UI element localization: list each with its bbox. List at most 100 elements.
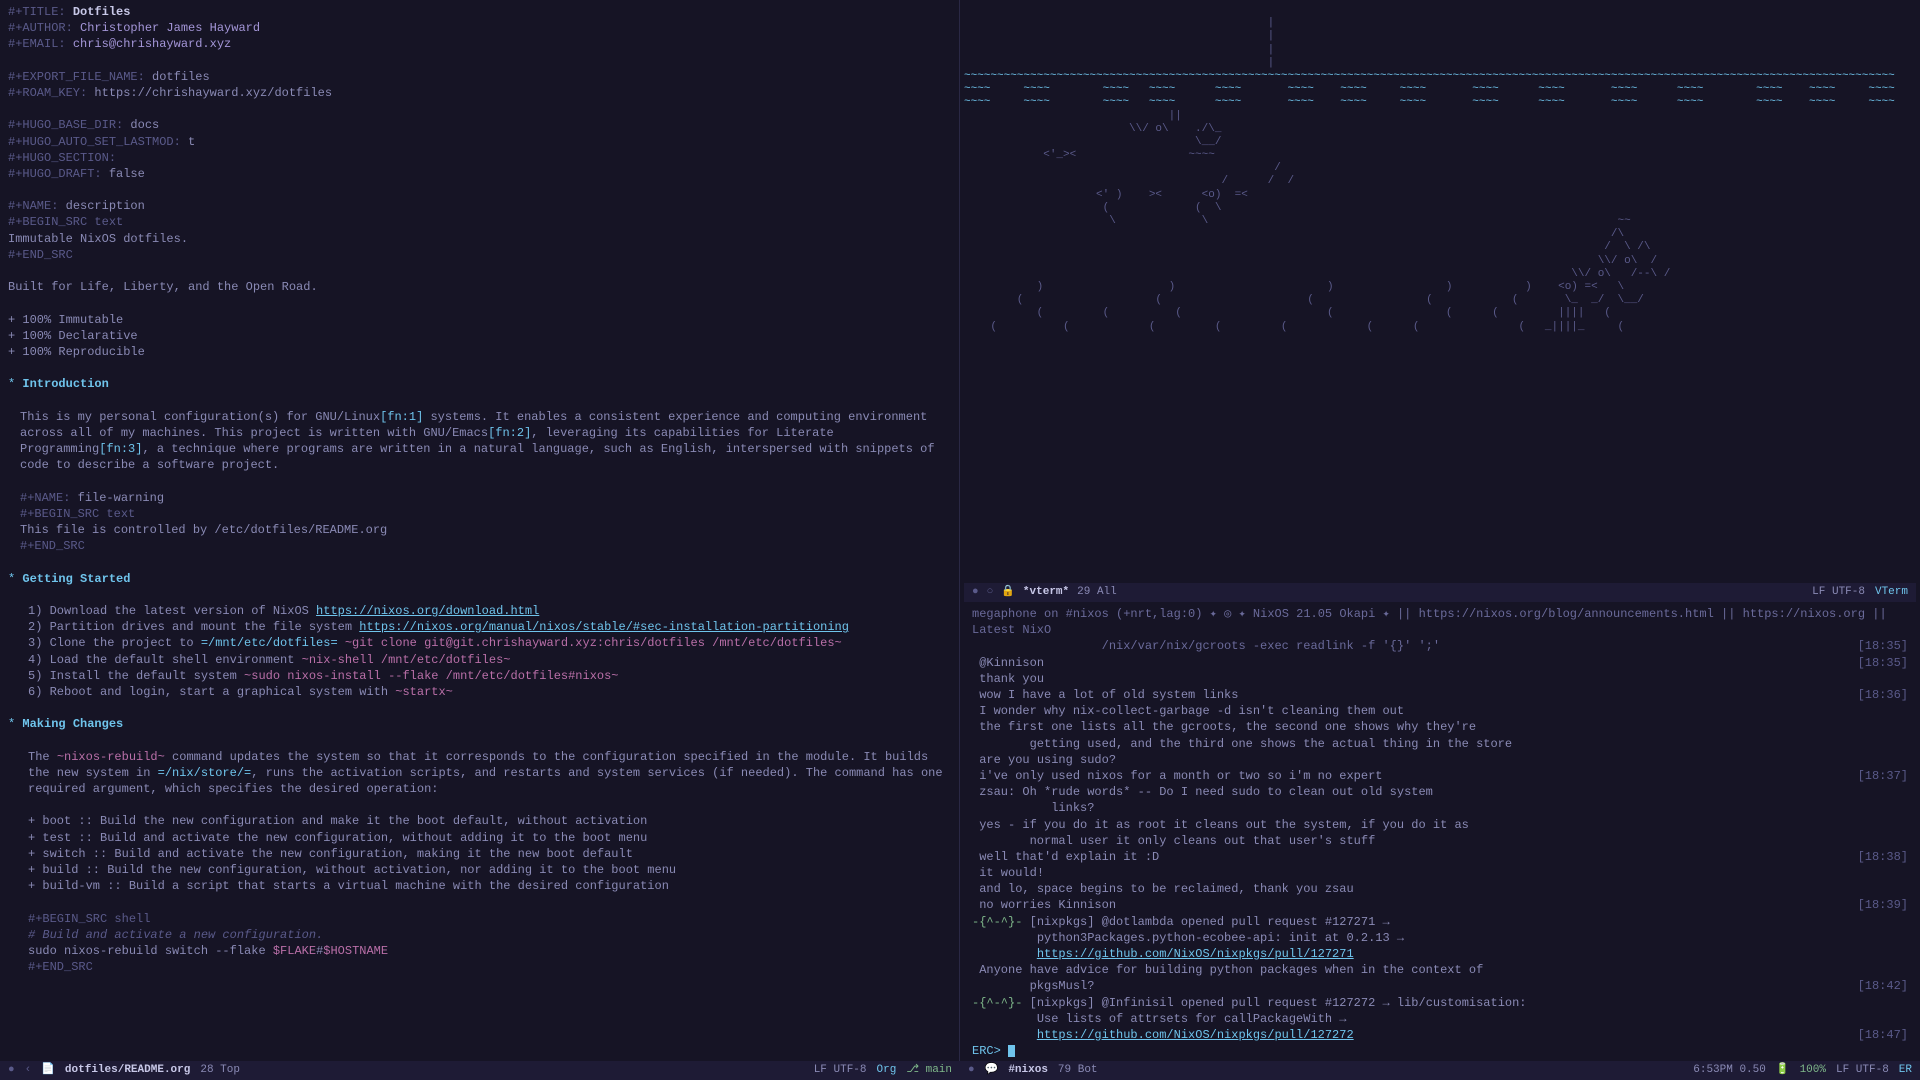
op-item: + boot :: Build the new configuration an…: [8, 813, 951, 829]
name-fw-keyword: #+NAME:: [20, 491, 70, 505]
irc-message: no worries Kinnison[18:39]: [972, 897, 1908, 913]
irc-message: links?: [972, 800, 1908, 816]
built-text: Built for Life, Liberty, and the Open Ro…: [8, 279, 951, 295]
modeline-file: dotfiles/README.org: [65, 1063, 190, 1078]
hugo-base-keyword: #+HUGO_BASE_DIR:: [8, 118, 123, 132]
right-pane: | | | | ~~~~~~~~~~~~~~~~~~~~~~~~~~~~~~~~…: [960, 0, 1920, 1061]
irc-message: Use lists of attrsets for callPackageWit…: [972, 1011, 1908, 1027]
circle-icon: ●: [8, 1063, 15, 1078]
chat-icon: 💬: [985, 1063, 999, 1078]
irc-timestamp: [18:42]: [1858, 978, 1908, 994]
irc-message: the first one lists all the gcroots, the…: [972, 719, 1908, 735]
footnote-link[interactable]: [fn:1]: [380, 410, 423, 424]
lock-icon: 🔒: [1001, 585, 1015, 600]
vterm-pos: 29 All: [1077, 585, 1117, 600]
modeline-pos: 28 Top: [200, 1063, 240, 1078]
modeline-file: #nixos: [1008, 1063, 1048, 1078]
bullet-item: + 100% Declarative: [8, 328, 951, 344]
heading-star: *: [8, 572, 22, 586]
modeline-enc: LF UTF-8: [814, 1063, 867, 1078]
export-keyword: #+EXPORT_FILE_NAME:: [8, 70, 145, 84]
irc-message: python3Packages.python-ecobee-api: init …: [972, 930, 1908, 946]
irc-nick: -{^-^}-: [972, 996, 1022, 1010]
irc-message: thank you: [972, 671, 1908, 687]
battery-icon: 🔋: [1776, 1063, 1790, 1078]
hugo-section-keyword: #+HUGO_SECTION:: [8, 151, 116, 165]
heading-star: *: [8, 717, 22, 731]
intro-paragraph: This is my personal configuration(s) for…: [8, 409, 951, 474]
irc-timestamp: [18:37]: [1858, 768, 1908, 784]
irc-message: https://github.com/NixOS/nixpkgs/pull/12…: [972, 1027, 1908, 1043]
irc-timestamp: [18:47]: [1858, 1027, 1908, 1043]
modeline-mode: ER: [1899, 1063, 1912, 1078]
heading-intro[interactable]: Introduction: [22, 377, 108, 391]
begin-src-text: #+BEGIN_SRC text: [20, 507, 135, 521]
title-value: Dotfiles: [73, 5, 131, 19]
roam-keyword: #+ROAM_KEY:: [8, 86, 87, 100]
irc-timestamp: [18:38]: [1858, 849, 1908, 865]
step-item: 1) Download the latest version of NixOS …: [8, 603, 951, 619]
begin-src-text: #+BEGIN_SRC text: [8, 215, 123, 229]
step-item: 3) Clone the project to =/mnt/etc/dotfil…: [8, 635, 951, 651]
hugo-lastmod-keyword: #+HUGO_AUTO_SET_LASTMOD:: [8, 135, 181, 149]
erc-prompt: ERC>: [972, 1044, 1001, 1057]
irc-message: well that'd explain it :D[18:38]: [972, 849, 1908, 865]
editor-pane[interactable]: #+TITLE: Dotfiles #+AUTHOR: Christopher …: [0, 0, 960, 1061]
footnote-link[interactable]: [fn:3]: [99, 442, 142, 456]
irc-message: it would!: [972, 865, 1908, 881]
modeline-pos: 79 Bot: [1058, 1063, 1098, 1078]
irc-topic: megaphone on #nixos (+nrt,lag:0) ✦ ◎ ✦ N…: [972, 606, 1908, 638]
vterm-output[interactable]: | | | | ~~~~~~~~~~~~~~~~~~~~~~~~~~~~~~~~…: [964, 4, 1916, 583]
manual-link[interactable]: https://nixos.org/manual/nixos/stable/#s…: [359, 620, 849, 634]
irc-message: Anyone have advice for building python p…: [972, 962, 1908, 978]
author-keyword: #+AUTHOR:: [8, 21, 73, 35]
irc-message: -{^-^}- [nixpkgs] @dotlambda opened pull…: [972, 914, 1908, 930]
circle-icon: ○: [987, 585, 994, 600]
fw-body: This file is controlled by /etc/dotfiles…: [8, 522, 951, 538]
hugo-draft-keyword: #+HUGO_DRAFT:: [8, 167, 102, 181]
hugo-draft-value: false: [109, 167, 145, 181]
circle-icon: ●: [968, 1063, 975, 1078]
irc-message: zsau: Oh *rude words* -- Do I need sudo …: [972, 784, 1908, 800]
irc-message: I wonder why nix-collect-garbage -d isn'…: [972, 703, 1908, 719]
heading-making-changes[interactable]: Making Changes: [22, 717, 123, 731]
hugo-lastmod-value: t: [188, 135, 195, 149]
bullet-item: + 100% Reproducible: [8, 344, 951, 360]
heading-getting-started[interactable]: Getting Started: [22, 572, 130, 586]
vterm-buffer: *vterm*: [1023, 585, 1069, 600]
irc-message: normal user it only cleans out that user…: [972, 833, 1908, 849]
op-item: + switch :: Build and activate the new c…: [8, 846, 951, 862]
download-link[interactable]: https://nixos.org/download.html: [316, 604, 539, 618]
mc-paragraph: The ~nixos-rebuild~ command updates the …: [8, 749, 951, 798]
begin-src-shell: #+BEGIN_SRC shell: [28, 912, 150, 926]
erc-prompt-line[interactable]: ERC>: [972, 1043, 1908, 1057]
irc-message: i've only used nixos for a month or two …: [972, 768, 1908, 784]
vterm-mode: VTerm: [1875, 585, 1908, 600]
irc-link[interactable]: https://github.com/NixOS/nixpkgs/pull/12…: [1037, 947, 1354, 961]
op-item: + build-vm :: Build a script that starts…: [8, 878, 951, 894]
irc-pane[interactable]: megaphone on #nixos (+nrt,lag:0) ✦ ◎ ✦ N…: [964, 602, 1916, 1057]
email-value: chris@chrishayward.xyz: [73, 37, 231, 51]
end-src: #+END_SRC: [20, 539, 85, 553]
op-item: + build :: Build the new configuration, …: [8, 862, 951, 878]
modeline-left: ● ‹ 📄 dotfiles/README.org 28 Top LF UTF-…: [0, 1061, 960, 1080]
vterm-enc: LF UTF-8: [1812, 585, 1865, 600]
modeline-enc: LF UTF-8: [1836, 1063, 1889, 1078]
desc-body: Immutable NixOS dotfiles.: [8, 231, 951, 247]
irc-message: -{^-^}- [nixpkgs] @Infinisil opened pull…: [972, 995, 1908, 1011]
footnote-link[interactable]: [fn:2]: [488, 426, 531, 440]
irc-timestamp: [18:39]: [1858, 897, 1908, 913]
modeline-time: 6:53PM 0.50: [1693, 1063, 1766, 1078]
step-item: 5) Install the default system ~sudo nixo…: [8, 668, 951, 684]
export-value: dotfiles: [152, 70, 210, 84]
irc-nick: -{^-^}-: [972, 915, 1022, 929]
email-keyword: #+EMAIL:: [8, 37, 66, 51]
irc-timestamp: [18:36]: [1858, 687, 1908, 703]
end-src: #+END_SRC: [8, 248, 73, 262]
title-keyword: #+TITLE:: [8, 5, 66, 19]
irc-link[interactable]: https://github.com/NixOS/nixpkgs/pull/12…: [1037, 1028, 1354, 1042]
name-desc-keyword: #+NAME:: [8, 199, 58, 213]
step-item: 6) Reboot and login, start a graphical s…: [8, 684, 951, 700]
irc-message: wow I have a lot of old system links[18:…: [972, 687, 1908, 703]
modeline-mode: Org: [877, 1063, 897, 1078]
